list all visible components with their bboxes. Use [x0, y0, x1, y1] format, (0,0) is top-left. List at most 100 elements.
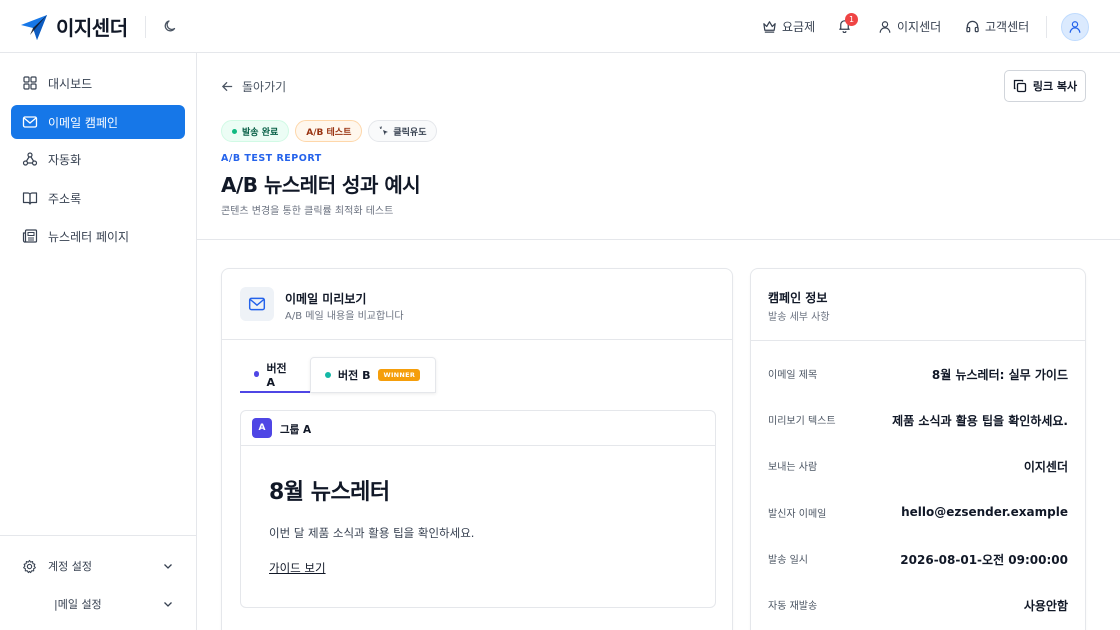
notification-badge: 1 — [845, 13, 858, 26]
version-tabs: 버전 A 버전 B WINNER — [240, 357, 436, 393]
info-row: 자동 재발송 사용안함 — [768, 597, 1068, 615]
info-key: 발송 일시 — [768, 555, 808, 566]
report-kicker: A/B TEST REPORT — [221, 153, 322, 164]
guide-link[interactable]: 가이드 보기 — [269, 560, 326, 576]
email-preview-card: 이메일 미리보기 A/B 메일 내용을 비교합니다 버전 A 버전 B WINN… — [221, 268, 733, 630]
sidebar-item-account-settings[interactable]: 계정 설정 — [22, 558, 174, 574]
campaign-info-card: 캠페인 정보 발송 세부 사항 이메일 제목 8월 뉴스레터: 실무 가이드 미… — [750, 268, 1086, 630]
chevron-down-icon — [164, 602, 172, 607]
sidebar-item-label: |메일 설정 — [54, 598, 102, 611]
info-value: 제품 소식과 활용 팁을 확인하세요. — [892, 414, 1068, 428]
info-value: 2026-08-01-오전 09:00:00 — [900, 553, 1068, 567]
info-key: 보내는 사람 — [768, 462, 818, 473]
tab-version-a[interactable]: 버전 A — [240, 357, 310, 393]
account-button[interactable]: 이지센더 — [878, 18, 941, 35]
mail-icon — [248, 297, 266, 311]
book-icon — [22, 192, 38, 205]
info-row: 발신자 이메일 hello@ezsender.example — [768, 505, 1068, 523]
avatar[interactable] — [1061, 13, 1089, 41]
info-header: 캠페인 정보 발송 세부 사항 — [751, 269, 1085, 341]
moon-icon[interactable] — [163, 18, 179, 34]
main-content: 돌아가기 링크 복사 발송 완료 A/B 테스트 클릭유도 A/B TEST R… — [197, 53, 1120, 630]
arrow-left-icon — [221, 81, 233, 92]
info-row: 발송 일시 2026-08-01-오전 09:00:00 — [768, 551, 1068, 569]
sidebar-item-label: 자동화 — [48, 152, 82, 167]
sidebar-item-automation[interactable]: 자동화 — [11, 142, 185, 176]
copy-icon — [1013, 79, 1026, 93]
sidebar-bottom: 계정 설정 |메일 설정 — [0, 535, 196, 630]
sidebar-item-dashboard[interactable]: 대시보드 — [11, 66, 185, 100]
info-value: 8월 뉴스레터: 실무 가이드 — [931, 368, 1068, 382]
sidebar-item-newsletter-page[interactable]: 뉴스레터 페이지 — [11, 219, 185, 253]
paper-plane-icon — [21, 14, 47, 40]
info-row: 이메일 제목 8월 뉴스레터: 실무 가이드 — [768, 366, 1068, 384]
account-label: 이지센더 — [897, 20, 942, 34]
plan-button[interactable]: 요금제 — [762, 18, 815, 35]
back-link[interactable]: 돌아가기 — [221, 78, 286, 95]
logo[interactable]: 이지센더 — [20, 12, 128, 41]
info-row: 보내는 사람 이지센더 — [768, 458, 1068, 476]
newspaper-icon — [22, 229, 38, 243]
ab-test-badge: A/B 테스트 — [295, 120, 363, 142]
mail-icon — [22, 116, 38, 128]
version-dot — [325, 372, 331, 378]
info-value: 이지센더 — [1023, 460, 1068, 474]
top-bar: 이지센더 요금제 1 이지센더 고객센터 — [0, 0, 1120, 53]
user-icon — [879, 20, 891, 33]
badge-label: A/B 테스트 — [306, 127, 352, 138]
info-key: 이메일 제목 — [768, 370, 818, 381]
info-value: hello@ezsender.example — [901, 505, 1068, 519]
tab-label: 버전 A — [266, 361, 287, 389]
header-divider-right — [1046, 16, 1047, 38]
chevron-down-icon — [164, 564, 172, 569]
sidebar-item-label: 대시보드 — [48, 76, 93, 91]
preview-subtitle: A/B 메일 내용을 비교합니다 — [285, 311, 404, 322]
sidebar-item-label: 계정 설정 — [48, 560, 92, 573]
section-divider — [197, 239, 1120, 240]
webhook-icon — [22, 152, 38, 166]
brand-name: 이지센더 — [56, 16, 128, 40]
headset-icon — [966, 20, 979, 33]
version-dot — [254, 371, 260, 377]
info-key: 자동 재발송 — [768, 601, 818, 612]
badge-label: 클릭유도 — [393, 127, 427, 138]
preview-icon-box — [240, 287, 274, 321]
dashboard-icon — [23, 76, 37, 90]
gear-icon — [23, 559, 36, 573]
support-button[interactable]: 고객센터 — [965, 18, 1029, 35]
group-badge: A — [252, 418, 272, 438]
support-label: 고객센터 — [985, 20, 1030, 34]
status-badge: 발송 완료 — [221, 120, 290, 142]
info-subtitle: 발송 세부 사항 — [768, 312, 830, 323]
badge-label: 발송 완료 — [242, 127, 279, 138]
sidebar-item-label: 뉴스레터 페이지 — [48, 229, 130, 244]
sidebar-item-email-campaign[interactable]: 이메일 캠페인 — [11, 105, 185, 139]
newsletter-title: 8월 뉴스레터 — [269, 480, 390, 505]
sidebar-item-address-book[interactable]: 주소록 — [11, 181, 185, 215]
sidebar: 대시보드 이메일 캠페인 자동화 주소록 뉴스레터 페이지 계정 설정 |메일 … — [0, 53, 197, 630]
click-badge: 클릭유도 — [368, 120, 438, 142]
user-avatar-icon — [1069, 21, 1081, 33]
status-badges: 발송 완료 A/B 테스트 클릭유도 — [221, 120, 443, 142]
sidebar-item-label: 주소록 — [48, 191, 82, 206]
page-title: A/B 뉴스레터 성과 예시 — [221, 173, 421, 197]
info-title: 캠페인 정보 — [768, 291, 828, 305]
sidebar-item-mail-settings[interactable]: |메일 설정 — [22, 596, 174, 612]
info-value: 사용안함 — [1023, 599, 1068, 613]
status-dot — [232, 128, 237, 134]
header-divider — [145, 16, 146, 38]
winner-badge: WINNER — [378, 369, 421, 381]
copy-link-label: 링크 복사 — [1032, 80, 1078, 93]
info-key: 미리보기 텍스트 — [768, 416, 836, 427]
sidebar-item-label: 이메일 캠페인 — [48, 115, 119, 130]
group-label: 그룹 A — [280, 424, 312, 436]
notification-button[interactable]: 1 — [837, 13, 858, 33]
back-label: 돌아가기 — [242, 80, 287, 94]
tab-version-b[interactable]: 버전 B WINNER — [310, 357, 436, 393]
copy-link-button[interactable]: 링크 복사 — [1004, 70, 1086, 102]
tab-label: 버전 B — [338, 369, 371, 382]
preview-header: 이메일 미리보기 A/B 메일 내용을 비교합니다 — [222, 269, 732, 340]
info-key: 발신자 이메일 — [768, 509, 827, 520]
info-row: 미리보기 텍스트 제품 소식과 활용 팁을 확인하세요. — [768, 412, 1068, 430]
newsletter-text: 이번 달 제품 소식과 활용 팁을 확인하세요. — [269, 526, 475, 540]
